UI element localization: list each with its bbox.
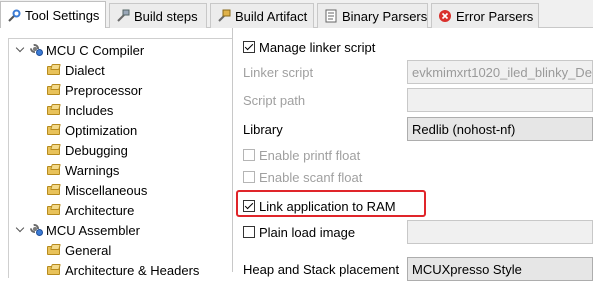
tab-label: Tool Settings [25,8,100,23]
binary-parsers-icon [324,9,338,23]
tree-node-label: MCU Assembler [46,222,140,238]
manage-linker-script-checkbox[interactable]: Manage linker script [243,36,375,58]
settings-folder-icon [46,143,62,157]
tool-settings-icon [7,9,21,23]
tree-node-label: Preprocessor [65,82,143,98]
enable-printf-float-checkbox[interactable]: Enable printf float [243,144,360,166]
tree-node-miscellaneous[interactable]: Miscellaneous [46,180,147,200]
tree-node-mcu-assembler[interactable]: MCU Assembler [16,220,140,240]
script-path-label: Script path [243,92,306,108]
tab-build-artifact[interactable]: Build Artifact [210,3,314,28]
checkbox-box[interactable] [243,171,255,183]
script-path-label-row: Script path [243,89,305,111]
library-label: Library [243,121,283,137]
tree-node-warnings[interactable]: Warnings [46,160,119,180]
heap-stack-label-row: Heap and Stack placement [243,258,399,280]
tool-gear-icon [29,43,43,57]
error-parsers-icon [438,9,452,23]
tree-node-general[interactable]: General [46,240,111,260]
settings-folder-icon [46,163,62,177]
checkbox-box[interactable] [243,41,255,53]
tree-node-label: Architecture & Headers [65,262,200,278]
build-steps-icon [116,9,130,23]
tree-node-preprocessor[interactable]: Preprocessor [46,80,142,100]
tree-node-label: Includes [65,102,114,118]
settings-folder-icon [46,63,62,77]
linker-script-label: Linker script [243,64,314,80]
tree-node-label: MCU C Compiler [46,42,145,58]
chevron-down-icon[interactable] [16,225,26,235]
tree-node-label: Architecture [65,202,135,218]
tree-node-label: Optimization [65,122,138,138]
checkbox-label: Manage linker script [259,39,376,55]
tree-node-dialect[interactable]: Dialect [46,60,105,80]
settings-folder-icon [46,83,62,97]
linker-script-field[interactable]: evkmimxrt1020_iled_blinky_Deb [407,60,593,84]
enable-scanf-float-checkbox[interactable]: Enable scanf float [243,166,362,188]
tab-label: Build Artifact [235,8,308,24]
tree-node-architecture-headers[interactable]: Architecture & Headers [46,260,199,280]
checkbox-box[interactable] [243,226,255,238]
highlight-box [236,190,426,217]
plain-load-image-field[interactable] [407,220,593,244]
library-label-row: Library [243,118,283,140]
tree-node-architecture[interactable]: Architecture [46,200,134,220]
checkbox-label: Enable printf float [259,147,361,163]
checkbox-label: Plain load image [259,224,356,240]
library-select[interactable]: Redlib (nohost-nf) [407,117,593,141]
script-path-field[interactable] [407,88,593,112]
tree-node-label: Miscellaneous [65,182,148,198]
chevron-down-icon[interactable] [16,45,26,55]
checkbox-label: Enable scanf float [259,169,363,185]
settings-folder-icon [46,103,62,117]
tab-tool-settings[interactable]: Tool Settings [0,1,106,29]
plain-load-image-checkbox[interactable]: Plain load image [243,221,355,243]
checkbox-box[interactable] [243,149,255,161]
tab-label: Error Parsers [456,8,534,24]
tree-node-label: General [65,242,112,258]
tree-node-debugging[interactable]: Debugging [46,140,128,160]
tab-label: Binary Parsers [342,8,428,24]
tab-build-steps[interactable]: Build steps [109,3,207,28]
tree-node-optimization[interactable]: Optimization [46,120,137,140]
settings-folder-icon [46,263,62,277]
tree-node-label: Dialect [65,62,105,78]
settings-folder-icon [46,243,62,257]
tool-tree: MCU C Compiler Dialect Preprocessor Incl… [0,28,233,278]
tree-node-label: Warnings [65,162,120,178]
heap-stack-placement-label: Heap and Stack placement [243,261,400,277]
tree-node-includes[interactable]: Includes [46,100,113,120]
settings-folder-icon [46,183,62,197]
settings-folder-icon [46,123,62,137]
settings-folder-icon [46,203,62,217]
tool-gear-icon [29,223,43,237]
build-artifact-icon [217,9,231,23]
tab-bar: Tool Settings Build steps Build Artifact… [0,0,593,29]
tree-node-mcu-c-compiler[interactable]: MCU C Compiler [16,40,144,60]
linker-script-label-row: Linker script [243,61,313,83]
tree-node-label: Debugging [65,142,128,158]
heap-stack-placement-select[interactable]: MCUXpresso Style [407,257,593,281]
tab-binary-parsers[interactable]: Binary Parsers [317,3,428,28]
tab-error-parsers[interactable]: Error Parsers [431,3,539,28]
tab-label: Build steps [134,8,198,24]
